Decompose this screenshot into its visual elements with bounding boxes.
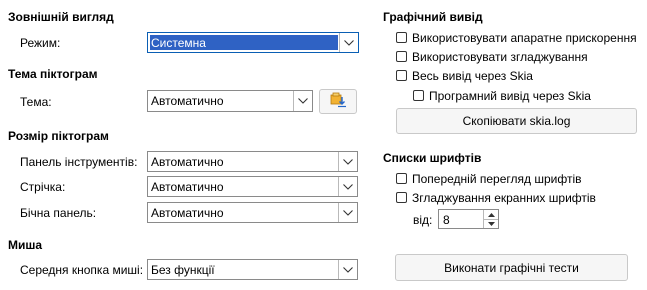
middle-button-select[interactable]: Без функції: [147, 259, 358, 280]
aa-from-value: 8: [443, 213, 450, 227]
chevron-down-icon[interactable]: [293, 91, 312, 111]
chevron-down-icon[interactable]: [338, 177, 357, 196]
run-graphics-tests-button[interactable]: Виконати графічні тести: [395, 254, 628, 281]
hardware-accel-label: Використовувати апаратне прискорення: [412, 31, 637, 45]
hardware-accel-checkbox[interactable]: [396, 32, 407, 43]
preview-fonts-label: Попередній перегляд шрифтів: [412, 172, 582, 186]
extension-install-icon: [329, 91, 347, 112]
antialiasing-label: Використовувати згладжування: [412, 50, 588, 64]
chevron-down-icon[interactable]: [338, 152, 357, 171]
skia-all-checkbox[interactable]: [396, 70, 407, 81]
ribbon-size-label: Стрічка:: [20, 180, 66, 194]
screen-font-aa-label: Згладжування екранних шрифтів: [412, 191, 596, 205]
sidebar-size-value: Автоматично: [151, 206, 224, 220]
add-icon-theme-button[interactable]: [319, 89, 357, 114]
font-lists-heading: Списки шрифтів: [383, 151, 482, 165]
mouse-heading: Миша: [8, 238, 43, 252]
from-label: від:: [413, 213, 433, 227]
skia-all-label: Весь вивід через Skia: [412, 69, 533, 83]
antialiasing-checkbox[interactable]: [396, 51, 407, 62]
chevron-down-icon[interactable]: [339, 33, 358, 52]
chevron-down-icon[interactable]: [338, 203, 357, 222]
screen-font-aa-checkbox[interactable]: [396, 192, 407, 203]
theme-label: Тема:: [20, 95, 52, 109]
sidebar-size-label: Бічна панель:: [20, 206, 97, 220]
copy-skia-log-button[interactable]: Скопіювати skia.log: [396, 108, 637, 134]
middle-button-value: Без функції: [151, 263, 215, 277]
skia-software-checkbox[interactable]: [413, 90, 424, 101]
toolbar-size-value: Автоматично: [151, 155, 224, 169]
sidebar-size-select[interactable]: Автоматично: [147, 202, 358, 223]
graphics-output-heading: Графічний вивід: [383, 10, 483, 24]
appearance-heading: Зовнішній вигляд: [8, 10, 114, 24]
preview-fonts-checkbox[interactable]: [396, 173, 407, 184]
icon-size-heading: Розмір піктограм: [8, 129, 109, 143]
theme-select-value: Автоматично: [151, 94, 224, 108]
middle-button-label: Середня кнопка миші:: [20, 263, 144, 277]
skia-software-label: Програмний вивід через Skia: [429, 89, 591, 103]
toolbar-size-select[interactable]: Автоматично: [147, 151, 358, 172]
toolbar-size-label: Панель інструментів:: [20, 155, 138, 169]
mode-label: Режим:: [20, 36, 61, 50]
ribbon-size-select[interactable]: Автоматично: [147, 176, 358, 197]
mode-select[interactable]: Системна: [147, 32, 359, 53]
spin-down-icon[interactable]: [483, 219, 498, 228]
aa-from-spinbox[interactable]: 8: [438, 209, 499, 229]
theme-select[interactable]: Автоматично: [147, 90, 313, 112]
ribbon-size-value: Автоматично: [151, 180, 224, 194]
icon-theme-heading: Тема піктограм: [8, 67, 98, 81]
mode-select-value: Системна: [151, 36, 206, 50]
chevron-down-icon[interactable]: [338, 260, 357, 279]
